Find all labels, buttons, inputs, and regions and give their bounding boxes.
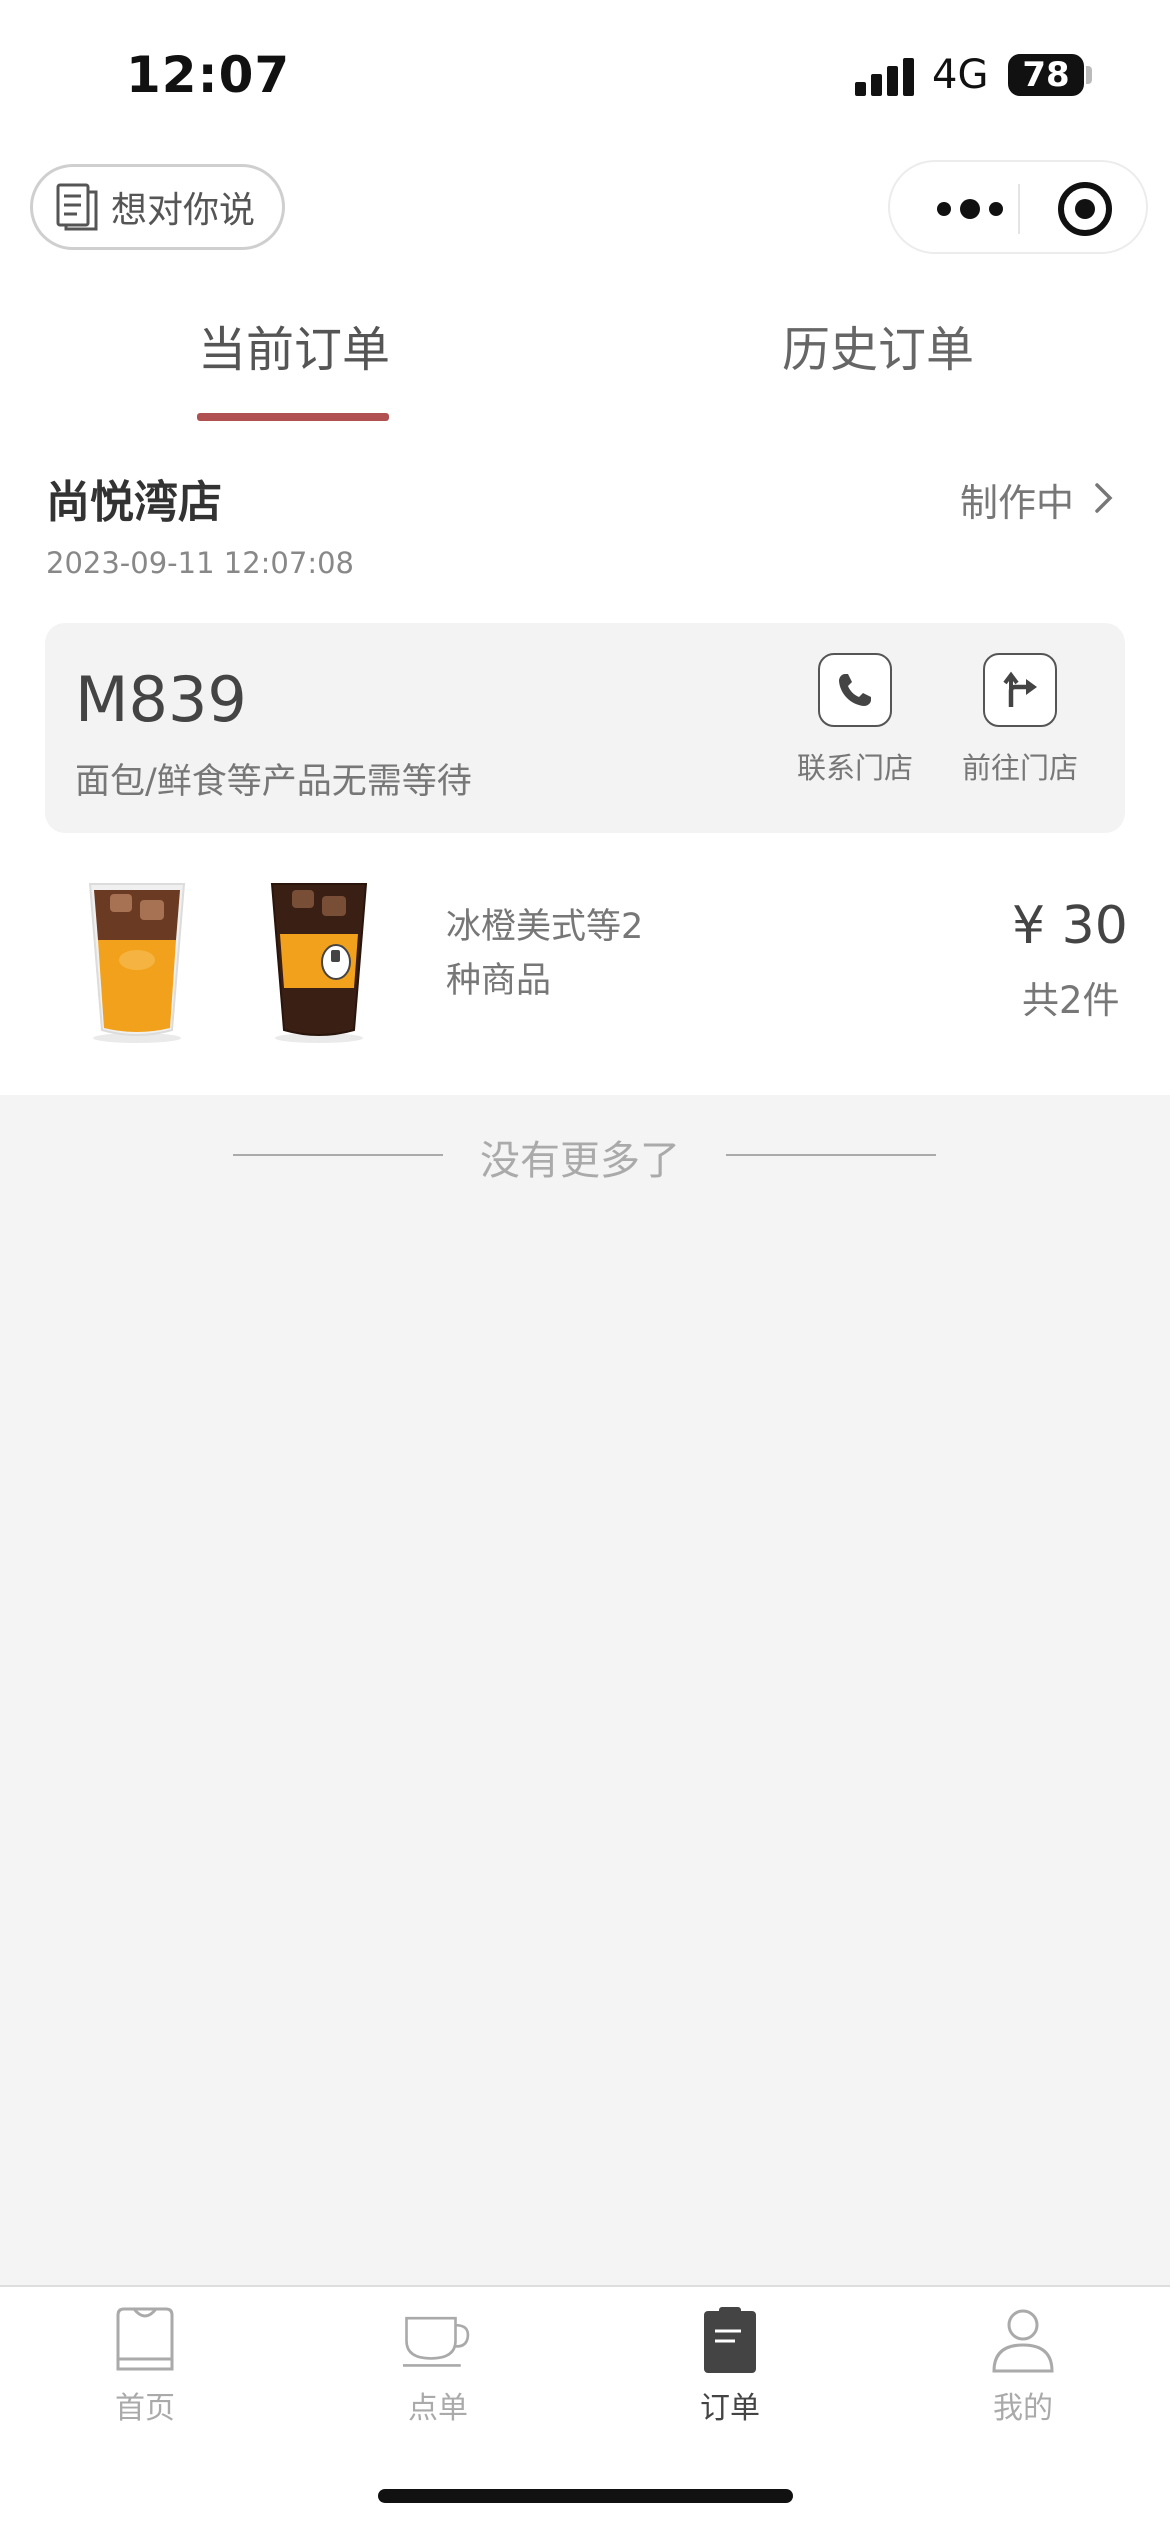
phone-icon bbox=[839, 674, 871, 706]
item-count: 共2件 bbox=[1022, 979, 1120, 1022]
person-icon bbox=[992, 2309, 1054, 2373]
tabbar-menu-label: 点单 bbox=[408, 2391, 468, 2426]
tabbar-item-menu[interactable]: 点单 bbox=[348, 2305, 528, 2427]
product-image-orange-americano bbox=[88, 883, 186, 1043]
phone-icon-box bbox=[818, 653, 892, 727]
pickup-code: M839 bbox=[75, 663, 247, 736]
contact-store-label: 联系门店 bbox=[796, 751, 913, 785]
order-summary: 冰橙美式等2种商品 bbox=[446, 907, 644, 1001]
feedback-button[interactable]: 想对你说 bbox=[30, 164, 285, 250]
active-tab-indicator bbox=[197, 413, 389, 421]
store-name: 尚悦湾店 bbox=[46, 477, 222, 528]
more-icon[interactable] bbox=[930, 192, 1010, 226]
contact-store-button[interactable]: 联系门店 bbox=[790, 653, 920, 787]
chevron-right-icon[interactable] bbox=[1092, 480, 1116, 516]
status-time: 12:07 bbox=[126, 46, 291, 104]
tabbar-item-order[interactable]: 订单 bbox=[640, 2305, 820, 2427]
feedback-label: 想对你说 bbox=[111, 190, 256, 231]
shirt-icon bbox=[116, 2307, 174, 2371]
tabbar-mine-label: 我的 bbox=[993, 2391, 1053, 2426]
order-status-link[interactable]: 制作中 bbox=[960, 472, 1074, 527]
tabbar-order-label: 订单 bbox=[700, 2391, 760, 2426]
pickup-note: 面包/鲜食等产品无需等待 bbox=[75, 762, 472, 802]
end-divider-left bbox=[233, 1154, 443, 1156]
capsule-divider bbox=[1018, 184, 1020, 234]
tab-current-orders[interactable]: 当前订单 bbox=[198, 310, 390, 380]
signal-icon bbox=[855, 58, 917, 96]
tab-history-orders[interactable]: 历史订单 bbox=[782, 310, 974, 380]
notes-icon bbox=[56, 183, 98, 231]
order-price: ¥ 30 bbox=[1012, 896, 1128, 956]
home-indicator bbox=[378, 2489, 793, 2503]
cup-icon bbox=[403, 2316, 470, 2367]
order-time: 2023-09-11 12:07:08 bbox=[46, 546, 354, 580]
tabbar-home-label: 首页 bbox=[115, 2391, 175, 2426]
direction-icon-box bbox=[983, 653, 1057, 727]
goto-store-button[interactable]: 前往门店 bbox=[955, 653, 1085, 787]
pickup-card: M839 面包/鲜食等产品无需等待 联系门店 前往门店 bbox=[45, 623, 1125, 833]
battery-cap bbox=[1086, 66, 1092, 84]
product-image-americano bbox=[270, 883, 368, 1043]
end-divider-right bbox=[726, 1154, 936, 1156]
miniprogram-capsule bbox=[888, 160, 1148, 254]
battery-icon: 78 bbox=[1008, 54, 1084, 96]
tabbar-item-mine[interactable]: 我的 bbox=[933, 2305, 1113, 2427]
order-doc-icon bbox=[704, 2307, 756, 2373]
network-label: 4G bbox=[932, 52, 989, 98]
goto-store-label: 前往门店 bbox=[961, 751, 1078, 785]
direction-turn-icon bbox=[1003, 671, 1037, 707]
end-of-list-text: 没有更多了 bbox=[480, 1138, 680, 1184]
close-target-icon[interactable] bbox=[1056, 180, 1114, 238]
status-bar: 12:07 4G 78 bbox=[0, 0, 1170, 150]
tabbar-item-home[interactable]: 首页 bbox=[55, 2305, 235, 2427]
